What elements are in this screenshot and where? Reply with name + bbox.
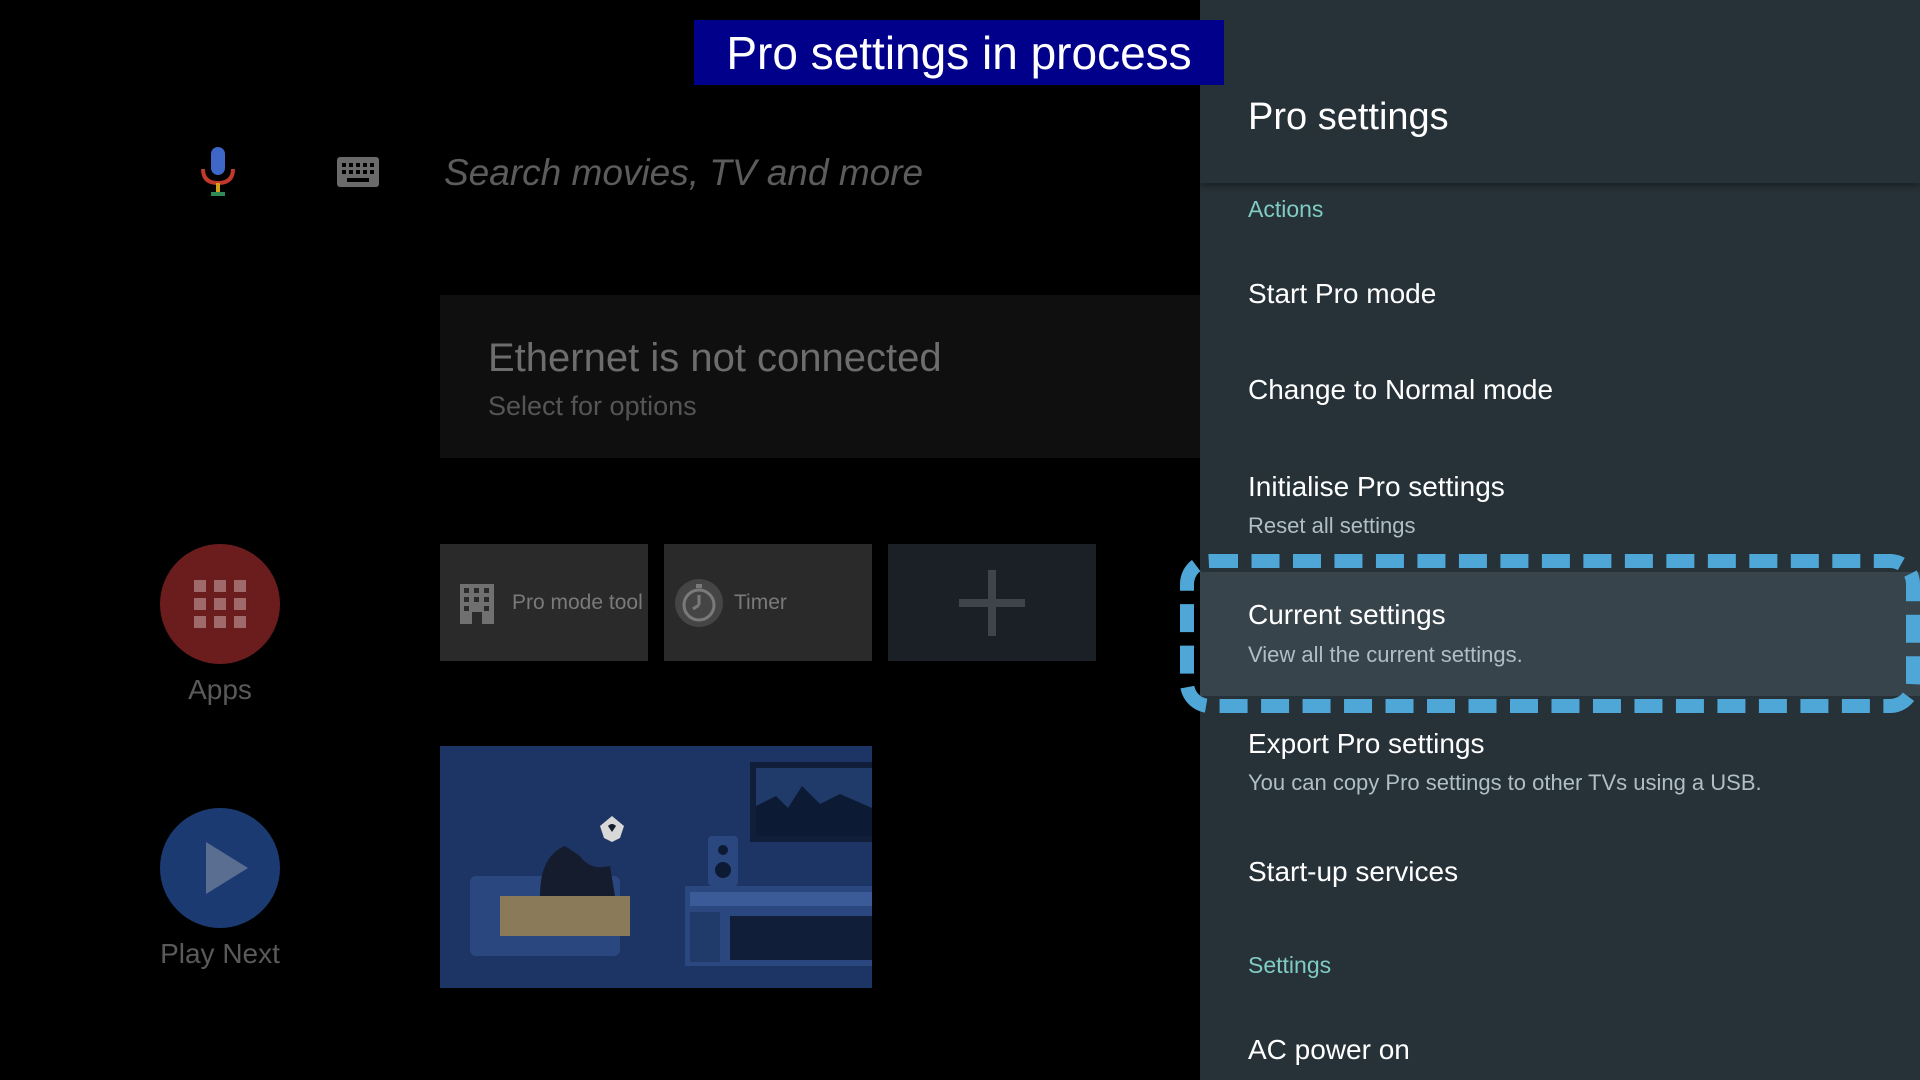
menu-item-change-to-normal-mode[interactable]: Change to Normal mode xyxy=(1200,358,1920,426)
section-label-settings: Settings xyxy=(1248,952,1332,978)
process-status-text: Pro settings in process xyxy=(726,26,1192,79)
panel-title: Pro settings xyxy=(1248,96,1449,138)
app-tile-pro-mode-tool[interactable]: Pro mode tool xyxy=(440,544,648,661)
network-status-subtitle: Select for options xyxy=(488,391,697,421)
pro-settings-panel: Pro settings Actions Start Pro mode Chan… xyxy=(1200,0,1920,1080)
network-status-title: Ethernet is not connected xyxy=(488,336,942,380)
apps-button[interactable] xyxy=(160,544,280,664)
app-tile-label: Pro mode tool xyxy=(512,590,643,614)
plus-icon xyxy=(959,569,1025,636)
app-tile-label: Timer xyxy=(734,590,787,614)
menu-item-subtitle: View all the current settings. xyxy=(1248,642,1523,667)
process-status-banner: Pro settings in process xyxy=(694,20,1224,85)
section-label-actions: Actions xyxy=(1248,196,1324,222)
keyboard-icon[interactable] xyxy=(337,157,379,187)
featured-content-banner[interactable] xyxy=(440,746,872,988)
menu-item-title: Export Pro settings xyxy=(1248,728,1485,759)
menu-item-title: Start Pro mode xyxy=(1248,278,1437,309)
add-app-tile[interactable] xyxy=(888,544,1096,661)
menu-item-title: Initialise Pro settings xyxy=(1248,471,1505,502)
menu-item-title: AC power on xyxy=(1248,1034,1410,1065)
menu-item-initialise-pro-settings[interactable]: Initialise Pro settings Reset all settin… xyxy=(1200,455,1920,555)
menu-item-export-pro-settings[interactable]: Export Pro settings You can copy Pro set… xyxy=(1200,712,1920,812)
panel-header: Pro settings xyxy=(1200,0,1920,183)
menu-item-current-settings[interactable]: Current settings View all the current se… xyxy=(1200,572,1920,696)
microphone-icon[interactable] xyxy=(197,147,239,197)
play-icon xyxy=(206,842,248,894)
building-icon xyxy=(460,583,494,624)
apps-grid-icon xyxy=(194,580,246,628)
app-tile-timer[interactable]: Timer xyxy=(664,544,872,661)
menu-item-title: Change to Normal mode xyxy=(1248,374,1554,405)
home-screen: Search movies, TV and more Ethernet is n… xyxy=(0,0,1200,1080)
play-next-label: Play Next xyxy=(160,938,280,969)
menu-item-subtitle: You can copy Pro settings to other TVs u… xyxy=(1248,770,1762,795)
menu-item-subtitle: Reset all settings xyxy=(1248,513,1416,538)
menu-item-start-up-services[interactable]: Start-up services xyxy=(1200,840,1920,908)
living-room-illustration xyxy=(440,746,872,988)
play-next-button[interactable] xyxy=(160,808,280,928)
menu-item-start-pro-mode[interactable]: Start Pro mode xyxy=(1200,262,1920,330)
apps-label: Apps xyxy=(188,674,252,705)
menu-item-title: Current settings xyxy=(1248,599,1446,630)
menu-item-ac-power-on[interactable]: AC power on xyxy=(1200,1016,1920,1080)
search-input[interactable]: Search movies, TV and more xyxy=(444,152,923,194)
menu-item-title: Start-up services xyxy=(1248,856,1459,887)
timer-icon xyxy=(675,578,723,627)
